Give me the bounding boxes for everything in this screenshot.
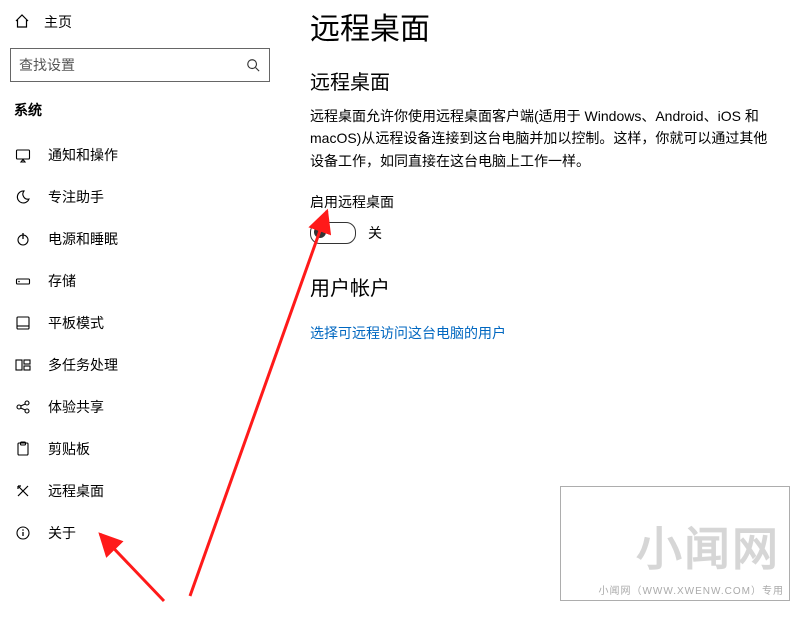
- home-label: 主页: [44, 12, 72, 32]
- clipboard-icon: [14, 440, 32, 458]
- search-icon: [237, 58, 269, 72]
- tablet-icon: [14, 314, 32, 332]
- nav-item-multitasking[interactable]: 多任务处理: [0, 344, 280, 386]
- search-placeholder: 查找设置: [11, 55, 237, 75]
- nav-item-remote-desktop[interactable]: 远程桌面: [0, 470, 280, 512]
- nav-label: 多任务处理: [48, 355, 118, 375]
- nav-item-shared-experiences[interactable]: 体验共享: [0, 386, 280, 428]
- multitask-icon: [14, 356, 32, 374]
- toggle-knob: [314, 226, 326, 238]
- nav-item-clipboard[interactable]: 剪贴板: [0, 428, 280, 470]
- toggle-state-text: 关: [368, 223, 382, 243]
- nav-item-about[interactable]: 关于: [0, 512, 280, 554]
- remote-desktop-heading: 远程桌面: [310, 66, 780, 95]
- nav-label: 体验共享: [48, 397, 104, 417]
- watermark-small: 小闻网（WWW.XWENW.COM）专用: [598, 582, 784, 597]
- select-remote-users-link[interactable]: 选择可远程访问这台电脑的用户: [310, 323, 506, 343]
- remote-desktop-description: 远程桌面允许你使用远程桌面客户端(适用于 Windows、Android、iOS…: [310, 105, 770, 172]
- moon-icon: [14, 188, 32, 206]
- storage-icon: [14, 272, 32, 290]
- sidebar: 主页 查找设置 系统 通知和操作 专注助手: [0, 0, 280, 621]
- power-icon: [14, 230, 32, 248]
- nav-label: 远程桌面: [48, 481, 104, 501]
- nav-item-notifications[interactable]: 通知和操作: [0, 134, 280, 176]
- nav-label: 通知和操作: [48, 145, 118, 165]
- notification-icon: [14, 146, 32, 164]
- home-nav[interactable]: 主页: [0, 0, 280, 44]
- page-title: 远程桌面: [310, 4, 780, 48]
- share-icon: [14, 398, 32, 416]
- info-icon: [14, 524, 32, 542]
- nav-label: 电源和睡眠: [48, 229, 118, 249]
- nav-list: 通知和操作 专注助手 电源和睡眠 存储: [0, 134, 280, 621]
- nav-item-storage[interactable]: 存储: [0, 260, 280, 302]
- category-heading: 系统: [0, 92, 280, 134]
- user-accounts-heading: 用户帐户: [310, 272, 780, 301]
- enable-remote-label: 启用远程桌面: [310, 192, 780, 212]
- nav-label: 存储: [48, 271, 76, 291]
- nav-label: 剪贴板: [48, 439, 90, 459]
- nav-item-tablet-mode[interactable]: 平板模式: [0, 302, 280, 344]
- enable-remote-toggle[interactable]: [310, 222, 356, 244]
- remote-desktop-icon: [14, 482, 32, 500]
- nav-item-focus-assist[interactable]: 专注助手: [0, 176, 280, 218]
- home-icon: [14, 13, 30, 32]
- search-input[interactable]: 查找设置: [10, 48, 270, 82]
- nav-label: 平板模式: [48, 313, 104, 333]
- nav-item-power-sleep[interactable]: 电源和睡眠: [0, 218, 280, 260]
- watermark-big: 小闻网: [636, 513, 780, 579]
- nav-label: 关于: [48, 523, 76, 543]
- nav-label: 专注助手: [48, 187, 104, 207]
